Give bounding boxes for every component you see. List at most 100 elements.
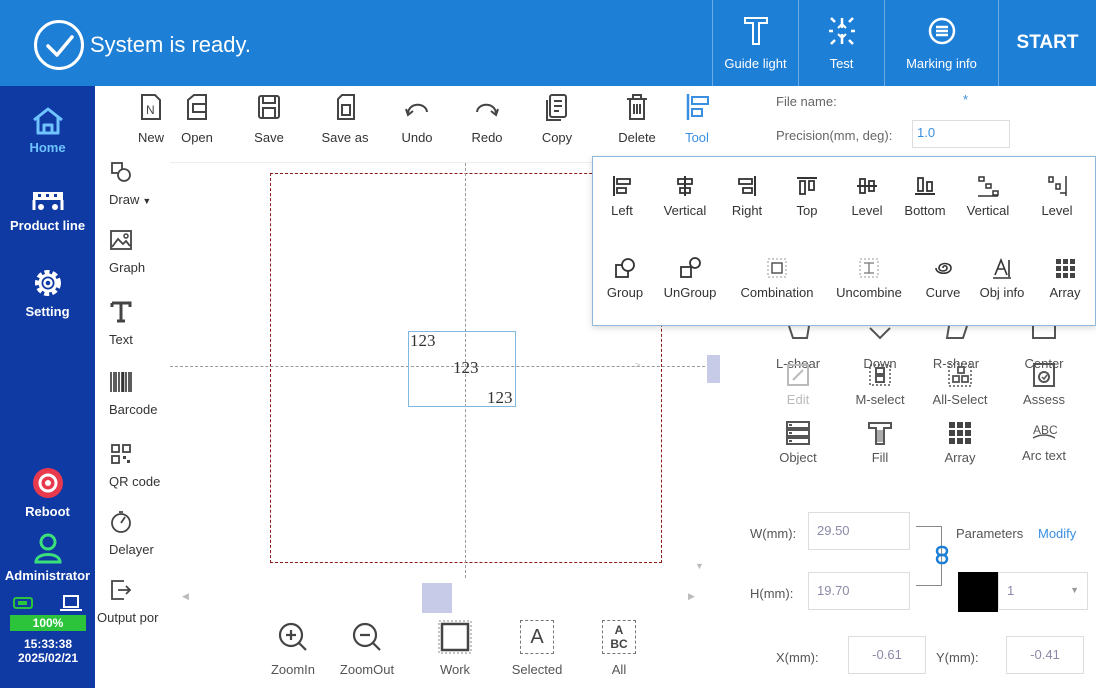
user-icon	[33, 533, 62, 564]
test-button[interactable]: Test	[798, 0, 884, 86]
ungroup-button[interactable]: UnGroup	[659, 257, 721, 300]
guide-light-icon	[713, 16, 798, 52]
sidebar-item-home[interactable]: Home	[0, 106, 95, 155]
marking-info-button[interactable]: Marking info	[884, 0, 998, 86]
l-shear-icon	[788, 326, 810, 339]
edit-icon	[787, 364, 809, 386]
object-button[interactable]: Object	[758, 420, 838, 465]
sidebar-item-product-line[interactable]: Product line	[0, 188, 95, 233]
align-top-button[interactable]: Top	[789, 175, 825, 218]
output-port-tool[interactable]: Output por	[95, 578, 165, 625]
color-swatch[interactable]	[958, 572, 998, 612]
link-lock-icon[interactable]	[934, 544, 950, 566]
sidebar-item-administrator[interactable]: Administrator	[0, 532, 95, 583]
chevron-down-icon: ▼	[1070, 585, 1079, 595]
all-icon: A BC	[602, 620, 636, 654]
m-select-button[interactable]: M-select	[840, 362, 920, 407]
object-icon	[786, 421, 810, 445]
edit-button[interactable]: Edit	[758, 362, 838, 407]
horizontal-scrollbar-thumb[interactable]	[422, 583, 452, 613]
align-vertical-center-icon	[677, 176, 693, 196]
precision-label: Precision(mm, deg):	[776, 128, 893, 143]
guide-light-button[interactable]: Guide light	[712, 0, 798, 86]
center-icon	[1032, 326, 1056, 339]
graph-icon	[110, 230, 132, 250]
m-select-icon	[869, 364, 891, 386]
draw-tool[interactable]: Draw ▼	[95, 160, 165, 207]
reboot-icon	[32, 468, 63, 498]
group-button[interactable]: Group	[603, 257, 647, 300]
redo-button[interactable]: Redo	[457, 86, 517, 145]
y-input[interactable]: -0.41	[1006, 636, 1084, 674]
assess-button[interactable]: Assess	[1004, 362, 1084, 407]
width-label: W(mm):	[750, 526, 797, 541]
work-button[interactable]: Work	[415, 620, 495, 677]
precision-input[interactable]: 1.0	[912, 120, 1010, 148]
curve-button[interactable]: Curve	[921, 257, 965, 300]
selected-button[interactable]: A Selected	[497, 620, 577, 677]
height-input[interactable]: 19.70	[808, 572, 910, 610]
scroll-left-icon[interactable]: ◀	[182, 591, 189, 602]
text-object[interactable]: 123	[453, 358, 479, 378]
align-right-button[interactable]: Right	[727, 175, 767, 218]
save-icon	[258, 95, 280, 119]
width-input[interactable]: 29.50	[808, 512, 910, 550]
height-label: H(mm):	[750, 586, 794, 601]
drawing-tool-column: Draw ▼ Graph Text Barcode QR code Delayer…	[95, 86, 165, 688]
text-tool[interactable]: Text	[95, 300, 165, 347]
scroll-down-icon[interactable]: ▼	[695, 561, 704, 571]
barcode-tool[interactable]: Barcode	[95, 370, 165, 417]
device-status-icons	[12, 594, 84, 612]
fill-icon	[868, 422, 892, 445]
tool-button[interactable]: Tool	[667, 86, 727, 145]
align-level-center-button[interactable]: Level	[847, 175, 887, 218]
modify-link[interactable]: Modify	[1038, 526, 1076, 541]
align-left-button[interactable]: Left	[607, 175, 637, 218]
align-top-icon	[797, 177, 817, 195]
right-arrow-icon: >	[635, 360, 641, 370]
save-as-icon	[337, 94, 355, 120]
all-button[interactable]: A BC All	[579, 620, 659, 677]
save-button[interactable]: Save	[239, 86, 299, 145]
sidebar-item-reboot[interactable]: Reboot	[0, 466, 95, 519]
start-button[interactable]: START	[998, 0, 1096, 86]
svg-text:N: N	[146, 103, 155, 117]
align-right-icon	[738, 176, 756, 196]
zoom-in-button[interactable]: ZoomIn	[253, 620, 333, 677]
x-input[interactable]: -0.61	[848, 636, 926, 674]
scroll-right-icon[interactable]: ▶	[688, 591, 695, 602]
array-button[interactable]: Array	[920, 420, 1000, 465]
obj-info-icon	[993, 257, 1011, 279]
popup-array-button[interactable]: Array	[1041, 257, 1089, 300]
combination-button[interactable]: Combination	[731, 257, 823, 300]
distribute-level-icon	[1048, 176, 1067, 196]
qr-code-tool[interactable]: QR code	[95, 442, 165, 489]
curve-icon	[935, 262, 952, 275]
main-toolbar: N New Open Save Save as Undo Redo Copy D…	[138, 86, 720, 156]
distribute-vertical-button[interactable]: Vertical	[959, 175, 1017, 218]
save-as-button[interactable]: Save as	[315, 86, 375, 145]
open-button[interactable]: Open	[167, 86, 227, 145]
text-object[interactable]: 123	[487, 388, 513, 408]
layer-select[interactable]: 1 ▼	[998, 572, 1088, 610]
copy-button[interactable]: Copy	[527, 86, 587, 145]
uncombine-button[interactable]: Uncombine	[829, 257, 909, 300]
zoom-out-button[interactable]: ZoomOut	[327, 620, 407, 677]
align-vertical-center-button[interactable]: Vertical	[657, 175, 713, 218]
graph-tool[interactable]: Graph	[95, 228, 165, 275]
all-select-button[interactable]: All-Select	[920, 362, 1000, 407]
undo-button[interactable]: Undo	[387, 86, 447, 145]
text-object[interactable]: 123	[410, 331, 436, 351]
barcode-icon	[110, 372, 132, 392]
parameters-label: Parameters	[956, 526, 1024, 541]
align-bottom-button[interactable]: Bottom	[901, 175, 949, 218]
delete-button[interactable]: Delete	[607, 86, 667, 145]
array-icon	[949, 422, 971, 444]
fill-button[interactable]: Fill	[840, 420, 920, 465]
arc-text-button[interactable]: ABC Arc text	[1004, 418, 1084, 463]
sidebar-item-setting[interactable]: Setting	[0, 266, 95, 319]
obj-info-button[interactable]: Obj info	[973, 257, 1031, 300]
distribute-level-button[interactable]: Level	[1029, 175, 1085, 218]
delayer-tool[interactable]: Delayer	[95, 510, 165, 557]
delayer-icon	[111, 511, 131, 533]
